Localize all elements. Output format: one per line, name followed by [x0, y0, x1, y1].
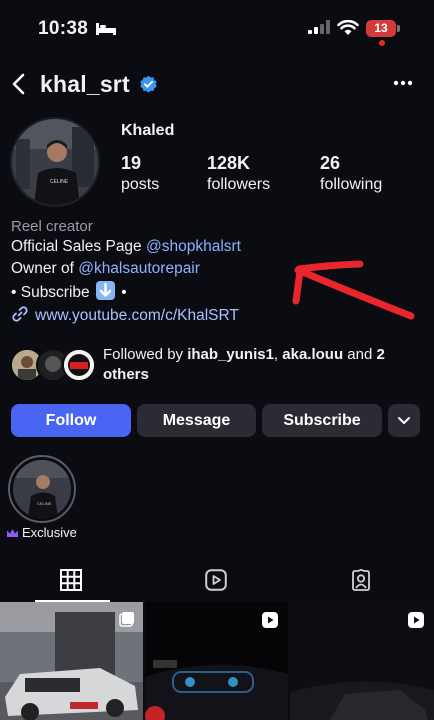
- reel-icon: [408, 612, 424, 628]
- message-button[interactable]: Message: [137, 404, 256, 437]
- followers-count: 128K: [207, 153, 251, 173]
- subscribe-button[interactable]: Subscribe: [262, 404, 382, 437]
- posts-count: 19: [121, 153, 142, 173]
- link-icon: [12, 306, 28, 322]
- more-options-icon[interactable]: [393, 80, 413, 86]
- battery-cap: [397, 25, 400, 32]
- bio-line-1: Official Sales Page @shopkhalsrt: [11, 238, 241, 256]
- bio-line-2: Owner of @khalsautorepair: [11, 260, 200, 278]
- followed-by-separator: ,: [273, 346, 283, 363]
- reel-icon: [262, 612, 278, 628]
- mention-link-shop[interactable]: @shopkhalsrt: [146, 238, 241, 255]
- profile-header: khal_srt: [0, 62, 434, 106]
- story-highlight-exclusive[interactable]: CELINE: [8, 455, 76, 523]
- following-stat[interactable]: 26 following: [320, 152, 382, 196]
- profile-avatar[interactable]: CELINE: [10, 117, 100, 207]
- posts-stat[interactable]: 19 posts: [121, 152, 159, 196]
- bio-text: •: [121, 284, 127, 301]
- profile-username: khal_srt: [40, 71, 130, 97]
- grid-post[interactable]: [0, 602, 143, 720]
- sleep-focus-icon: [96, 23, 116, 35]
- suggested-accounts-button[interactable]: [388, 404, 420, 437]
- follow-button[interactable]: Follow: [11, 404, 131, 437]
- tab-reels[interactable]: [145, 560, 289, 602]
- verified-badge-icon[interactable]: [139, 75, 158, 94]
- reels-icon: [205, 569, 227, 591]
- chevron-down-icon: [398, 417, 410, 424]
- followed-by-conjunction: and: [343, 346, 377, 363]
- profile-website-link[interactable]: www.youtube.com/c/KhalSRT: [11, 305, 239, 325]
- grid-post[interactable]: [145, 602, 288, 720]
- grid-icon: [60, 569, 82, 591]
- crown-icon: [7, 529, 18, 537]
- status-bar: 10:38 13: [0, 0, 434, 58]
- followers-label: followers: [207, 176, 271, 193]
- down-arrow-emoji-icon: [95, 281, 115, 300]
- following-label: following: [320, 176, 383, 193]
- bio-text: Owner of: [11, 260, 79, 277]
- display-name: Khaled: [121, 122, 175, 139]
- followed-by-text: Followed by ihab_yunis1, aka.louu and 2 …: [103, 345, 423, 385]
- followers-stat[interactable]: 128K followers: [207, 152, 270, 196]
- mutual-user-2[interactable]: aka.louu: [282, 346, 343, 363]
- svg-text:CELINE: CELINE: [37, 501, 52, 506]
- mutual-user-1[interactable]: ihab_yunis1: [187, 346, 274, 363]
- highlight-cover: CELINE: [13, 460, 71, 518]
- wifi-icon: [337, 20, 359, 35]
- carousel-icon: [119, 612, 134, 627]
- mutual-followers-row[interactable]: Followed by ihab_yunis1, aka.louu and 2 …: [10, 345, 430, 385]
- tab-tagged[interactable]: [290, 560, 434, 602]
- profile-content-tabs: [0, 560, 434, 602]
- highlight-label: Exclusive: [6, 525, 77, 540]
- posts-grid: [0, 602, 434, 720]
- mutual-follower-avatar: [62, 348, 96, 382]
- profile-category: Reel creator: [11, 218, 93, 235]
- bio-text: Official Sales Page: [11, 238, 146, 255]
- bio-line-3: • Subscribe •: [11, 281, 127, 302]
- followed-by-prefix: Followed by: [103, 346, 188, 363]
- grid-post[interactable]: [290, 602, 434, 720]
- clock: 10:38: [38, 18, 89, 39]
- recording-dot: [379, 40, 385, 46]
- bio-text: • Subscribe: [11, 284, 90, 301]
- highlight-label-text: Exclusive: [22, 525, 77, 540]
- back-arrow-icon[interactable]: [6, 70, 34, 98]
- avatar-photo: CELINE: [12, 119, 98, 205]
- website-url: www.youtube.com/c/KhalSRT: [35, 307, 239, 324]
- svg-text:CELINE: CELINE: [50, 179, 69, 185]
- mention-link-autorepair[interactable]: @khalsautorepair: [78, 260, 200, 277]
- tagged-person-icon: [352, 569, 370, 591]
- following-count: 26: [320, 153, 341, 173]
- tab-posts-grid[interactable]: [0, 560, 144, 602]
- posts-label: posts: [121, 176, 160, 193]
- cellular-signal-icon: [308, 20, 330, 34]
- battery-indicator: 13: [366, 20, 396, 37]
